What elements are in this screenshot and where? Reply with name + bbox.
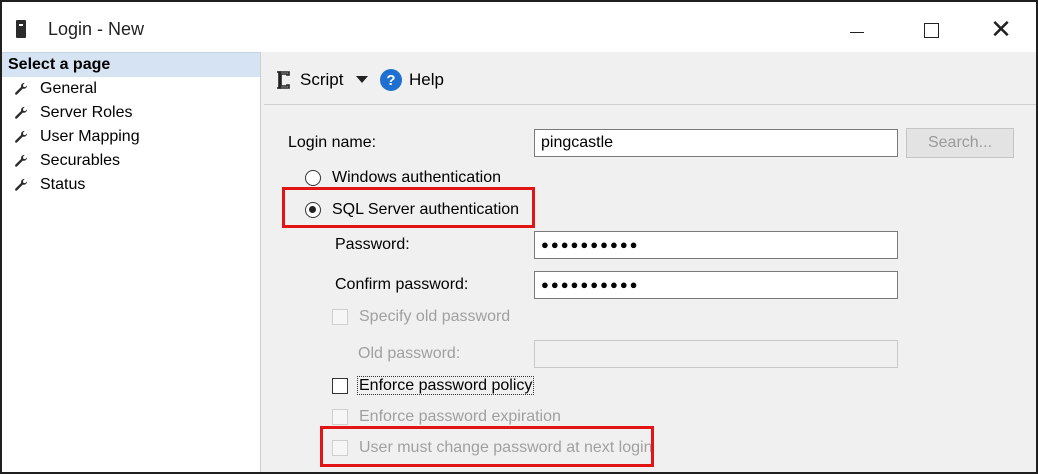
specify-old-password-label: Specify old password: [359, 308, 511, 325]
script-button[interactable]: Script: [276, 68, 343, 92]
close-icon: ✕: [990, 15, 1012, 45]
wrench-icon: [15, 178, 27, 191]
old-password-input[interactable]: [534, 340, 898, 368]
sidebar-item-status[interactable]: Status: [2, 173, 260, 197]
sidebar-header: Select a page: [2, 52, 260, 77]
title-bar: Login - New ✕: [2, 2, 1036, 52]
help-label: Help: [409, 70, 444, 89]
enforce-policy-checkbox[interactable]: [332, 378, 348, 394]
login-name-label: Login name:: [288, 134, 377, 151]
sidebar-item-label: Securables: [40, 152, 121, 169]
sidebar-item-label: User Mapping: [40, 128, 140, 145]
help-icon: ?: [380, 69, 402, 91]
login-new-dialog: Login - New ✕ Select a page General Serv…: [0, 0, 1038, 474]
window-title: Login - New: [48, 19, 145, 39]
wrench-icon: [15, 82, 27, 95]
password-input[interactable]: ●●●●●●●●●●: [534, 231, 898, 259]
specify-old-password-checkbox[interactable]: [332, 309, 348, 325]
help-button[interactable]: ? Help: [380, 68, 444, 92]
toolbar: Script ? Help: [264, 56, 1036, 105]
wrench-icon: [15, 130, 27, 143]
search-button[interactable]: Search...: [906, 128, 1014, 158]
windows-auth-label: Windows authentication: [332, 169, 501, 186]
enforce-policy-label: Enforce password policy: [356, 376, 535, 395]
close-button[interactable]: ✕: [976, 12, 1026, 48]
wrench-icon: [15, 154, 27, 167]
script-icon: [277, 71, 290, 89]
sidebar-item-label: Server Roles: [40, 104, 133, 121]
sidebar-item-server-roles[interactable]: Server Roles: [2, 101, 260, 125]
enforce-expiration-label: Enforce password expiration: [359, 408, 561, 425]
sidebar-item-general[interactable]: General: [2, 77, 260, 101]
enforce-policy-label-wrap: Enforce password policy: [356, 376, 535, 395]
sql-auth-radio[interactable]: [305, 202, 321, 218]
enforce-expiration-checkbox[interactable]: [332, 409, 348, 425]
minimize-button[interactable]: [832, 12, 882, 48]
page-selector-sidebar: Select a page General Server Roles User …: [2, 52, 261, 472]
sidebar-item-securables[interactable]: Securables: [2, 149, 260, 173]
windows-auth-radio[interactable]: [305, 170, 321, 186]
general-page-form: Login name: pingcastle Search... Windows…: [264, 105, 1036, 472]
wrench-icon: [15, 106, 27, 119]
script-dropdown-arrow-icon[interactable]: [356, 76, 368, 83]
must-change-password-checkbox[interactable]: [332, 440, 348, 456]
confirm-password-label: Confirm password:: [335, 276, 469, 293]
sidebar-item-user-mapping[interactable]: User Mapping: [2, 125, 260, 149]
maximize-button[interactable]: [906, 12, 956, 48]
password-label: Password:: [335, 236, 410, 253]
confirm-password-input[interactable]: ●●●●●●●●●●: [534, 271, 898, 299]
login-name-input[interactable]: pingcastle: [534, 129, 898, 157]
sidebar-item-label: General: [40, 80, 97, 97]
script-label: Script: [300, 70, 344, 89]
server-icon: [16, 20, 26, 38]
maximize-icon: [923, 22, 939, 38]
old-password-label: Old password:: [358, 345, 461, 362]
sidebar-item-label: Status: [40, 176, 86, 193]
sql-auth-label: SQL Server authentication: [332, 201, 520, 218]
must-change-password-label: User must change password at next login: [359, 439, 653, 456]
minimize-icon: [850, 31, 864, 33]
radio-selected-dot: [309, 206, 316, 213]
